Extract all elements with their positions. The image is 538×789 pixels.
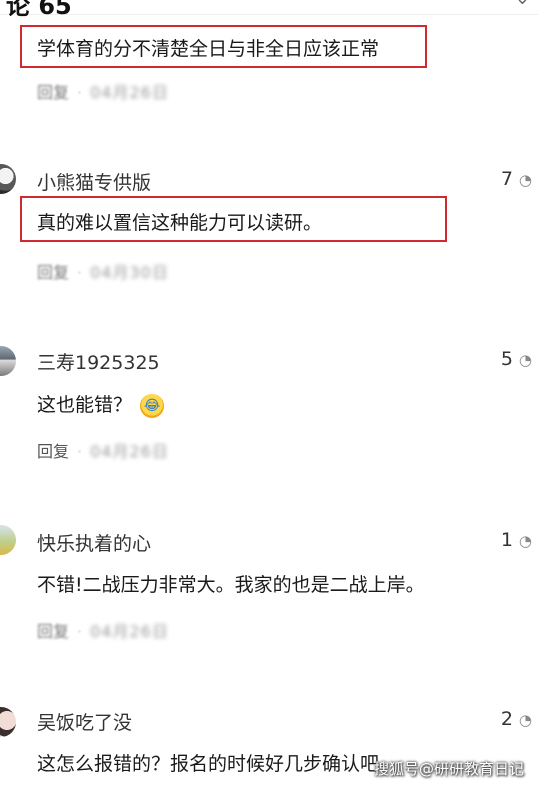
thumb-up-icon[interactable]: ◔ xyxy=(519,711,532,729)
thumb-up-icon[interactable]: ◔ xyxy=(519,532,532,550)
watermark: 搜狐号@研研教育日记 xyxy=(373,760,524,778)
comments-header: 论 65 ⌄ xyxy=(0,0,538,20)
chevron-icon[interactable]: ⌄ xyxy=(515,0,530,9)
avatar[interactable] xyxy=(0,525,16,555)
comment-meta: 回复 · 04月26日 xyxy=(37,83,169,102)
thumb-up-icon[interactable]: ◔ xyxy=(519,351,532,369)
thumb-up-icon[interactable]: ◔ xyxy=(519,171,532,189)
comment-meta: 回复 · 04月26日 xyxy=(37,442,169,461)
reply-button[interactable]: 回复 xyxy=(37,442,69,461)
avatar[interactable] xyxy=(0,164,16,194)
like-count[interactable]: 2 ◔ xyxy=(501,708,532,730)
avatar[interactable] xyxy=(0,707,16,737)
reply-button[interactable]: 回复 xyxy=(37,263,69,282)
comment-username[interactable]: 三寿1925325 xyxy=(37,348,160,375)
like-count[interactable]: 1 ◔ xyxy=(501,529,532,551)
comment-meta: 回复 · 04月26日 xyxy=(37,622,169,641)
comment-date: 04月26日 xyxy=(90,622,169,641)
reply-button[interactable]: 回复 xyxy=(37,83,69,102)
highlight-box xyxy=(20,25,427,68)
laughing-crying-emoji-icon: 😂 xyxy=(140,393,165,418)
comment-date: 04月26日 xyxy=(90,83,169,102)
comment-text: 不错!二战压力非常大。我家的也是二战上岸。 xyxy=(37,574,425,596)
comment-text: 这也能错？ 😂 xyxy=(37,390,165,418)
like-count[interactable]: 7 ◔ xyxy=(501,168,532,190)
comment-text: 这怎么报错的？报名的时候好几步确认吧 xyxy=(37,753,380,775)
comment-username[interactable]: 吴饭吃了没 xyxy=(37,708,132,735)
reply-button[interactable]: 回复 xyxy=(37,622,69,641)
comment-username[interactable]: 快乐执着的心 xyxy=(37,529,151,556)
highlight-box xyxy=(20,196,447,242)
comment-date: 04月26日 xyxy=(90,442,169,461)
like-count[interactable]: 5 ◔ xyxy=(501,348,532,370)
comments-title: 论 65 xyxy=(6,0,72,20)
comment-username[interactable]: 小熊猫专供版 xyxy=(37,168,151,195)
avatar[interactable] xyxy=(0,346,16,376)
comment-meta: 回复 · 04月30日 xyxy=(37,263,169,282)
comment-date: 04月30日 xyxy=(90,263,169,282)
